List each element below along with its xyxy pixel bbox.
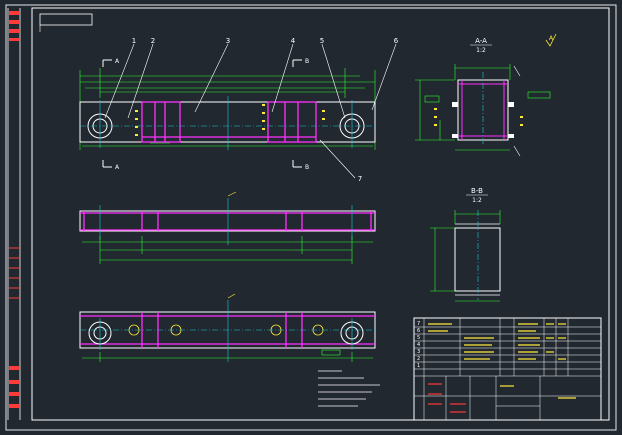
front-beam-body — [79, 101, 376, 143]
top-beam-body — [79, 210, 376, 232]
balloon-7: 7 — [358, 175, 362, 183]
section-aa-scale: 1:2 — [476, 47, 486, 54]
bom-row-3: 3 — [417, 349, 420, 355]
balloon-1: 1 — [132, 37, 136, 45]
balloon-4: 4 — [291, 37, 296, 45]
bom-row-4: 4 — [417, 342, 420, 348]
margin-top-marks — [9, 11, 19, 41]
top-view — [79, 191, 376, 264]
cad-drawing-canvas[interactable]: A A B B 1 2 3 4 5 6 7 A-A 1:2 A B-B 1:2 … — [0, 0, 622, 435]
cut-label-b-bottom: B — [305, 164, 309, 171]
roughness-symbol: A — [545, 33, 557, 47]
section-bb-scale: 1:2 — [472, 197, 482, 204]
front-section-blocks — [141, 101, 317, 143]
section-bb-outline — [454, 227, 501, 292]
bom-row-2: 2 — [417, 356, 420, 362]
bom-row-6: 6 — [417, 328, 420, 334]
cut-label-a-top: A — [115, 58, 120, 65]
left-margin-strip — [7, 8, 21, 420]
front-bolt-holes — [135, 104, 325, 136]
cut-label-a-bottom: A — [115, 164, 120, 171]
front-view: A A B B 1 2 3 4 5 6 7 — [79, 37, 399, 183]
part-leaders — [104, 43, 397, 179]
margin-bottom-marks — [9, 366, 19, 408]
section-aa-view: A-A 1:2 — [415, 37, 551, 157]
front-top-dimensions — [79, 68, 376, 150]
section-bb-title: B-B — [471, 187, 483, 195]
technical-notes — [318, 370, 380, 407]
balloon-3: 3 — [226, 37, 230, 45]
balloon-5: 5 — [320, 37, 324, 45]
bom-row-5: 5 — [417, 335, 420, 341]
balloon-2: 2 — [151, 37, 155, 45]
margin-mid-marks — [9, 247, 19, 299]
drawing-number-box — [39, 13, 93, 32]
front-bottom-dimensions — [82, 142, 373, 147]
bottom-view — [79, 293, 376, 362]
section-aa-title: A-A — [475, 37, 487, 45]
roughness-label: A — [549, 35, 554, 42]
title-block: 7 6 5 4 3 2 1 — [413, 317, 602, 421]
sheet-border — [5, 4, 617, 431]
section-bb-view: B-B 1:2 — [430, 187, 501, 302]
balloon-6: 6 — [394, 37, 399, 45]
cut-label-b-top: B — [305, 58, 309, 65]
bom-row-1: 1 — [417, 363, 420, 369]
bom-row-7: 7 — [417, 321, 420, 327]
